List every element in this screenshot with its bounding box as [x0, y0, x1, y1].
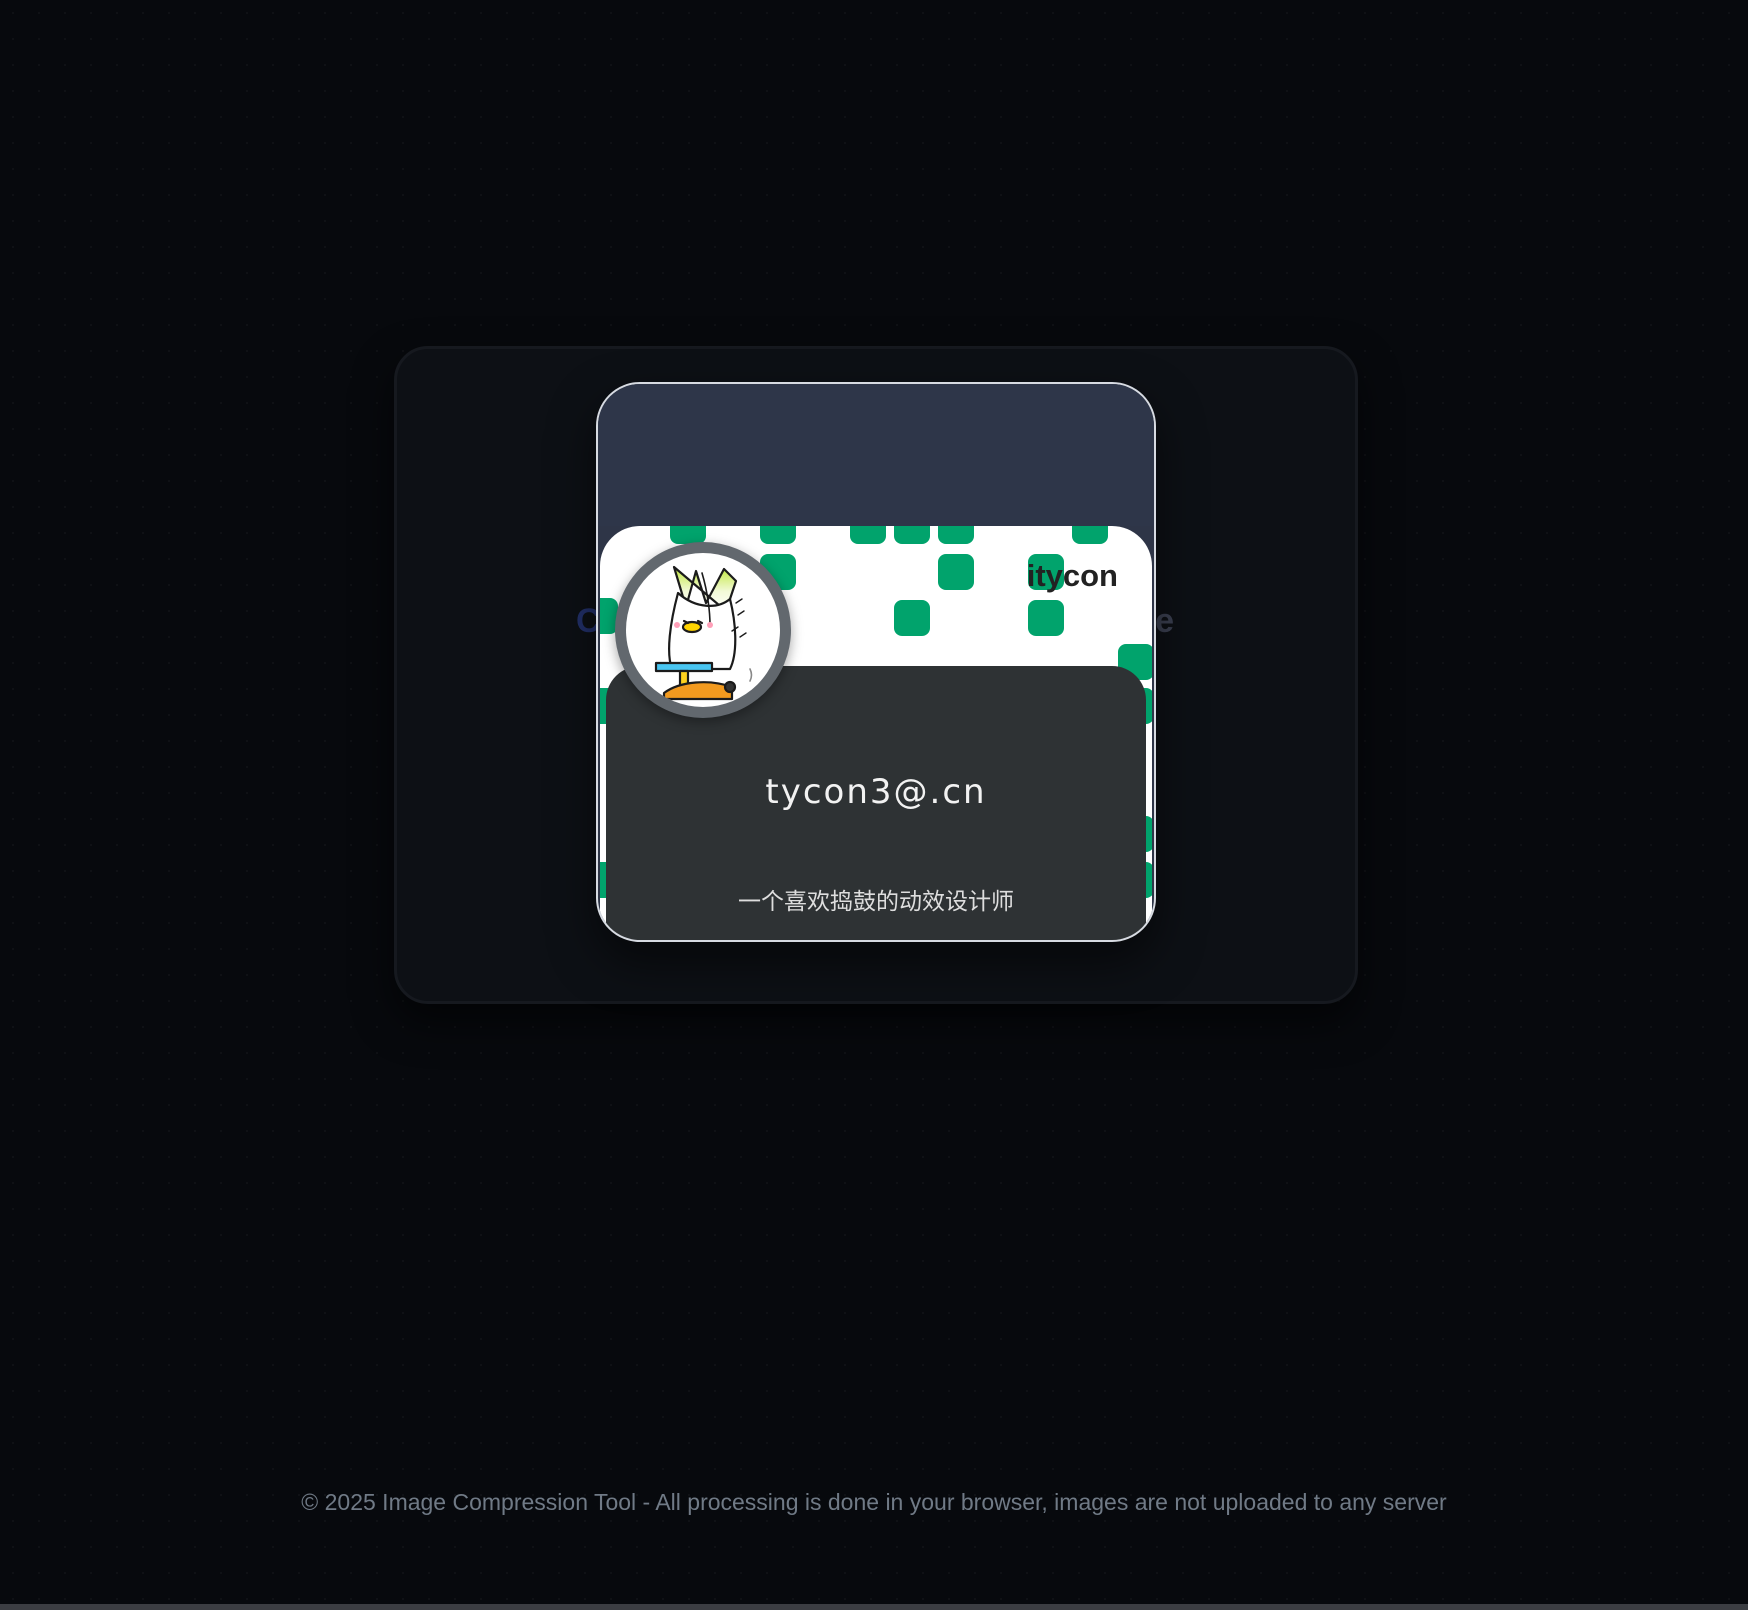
card-header-band	[598, 384, 1154, 526]
profile-bio: 一个喜欢捣鼓的动效设计师	[738, 889, 1014, 915]
profile-avatar[interactable]	[615, 542, 791, 718]
profile-username: itycon	[1026, 558, 1118, 593]
footer-note: © 2025 Image Compression Tool - All proc…	[301, 1489, 1447, 1515]
underlying-heading-right: e	[1155, 602, 1174, 640]
page-background: C e itycon tycon3@.cn 一个喜欢捣鼓的动效设计师 © 202…	[0, 0, 1748, 1610]
cartoon-leek-character-icon	[626, 553, 780, 707]
profile-card[interactable]: itycon tycon3@.cn 一个喜欢捣鼓的动效设计师	[596, 382, 1156, 942]
profile-email: tycon3@.cn	[765, 772, 987, 812]
bottom-edge-bar	[0, 1604, 1748, 1610]
